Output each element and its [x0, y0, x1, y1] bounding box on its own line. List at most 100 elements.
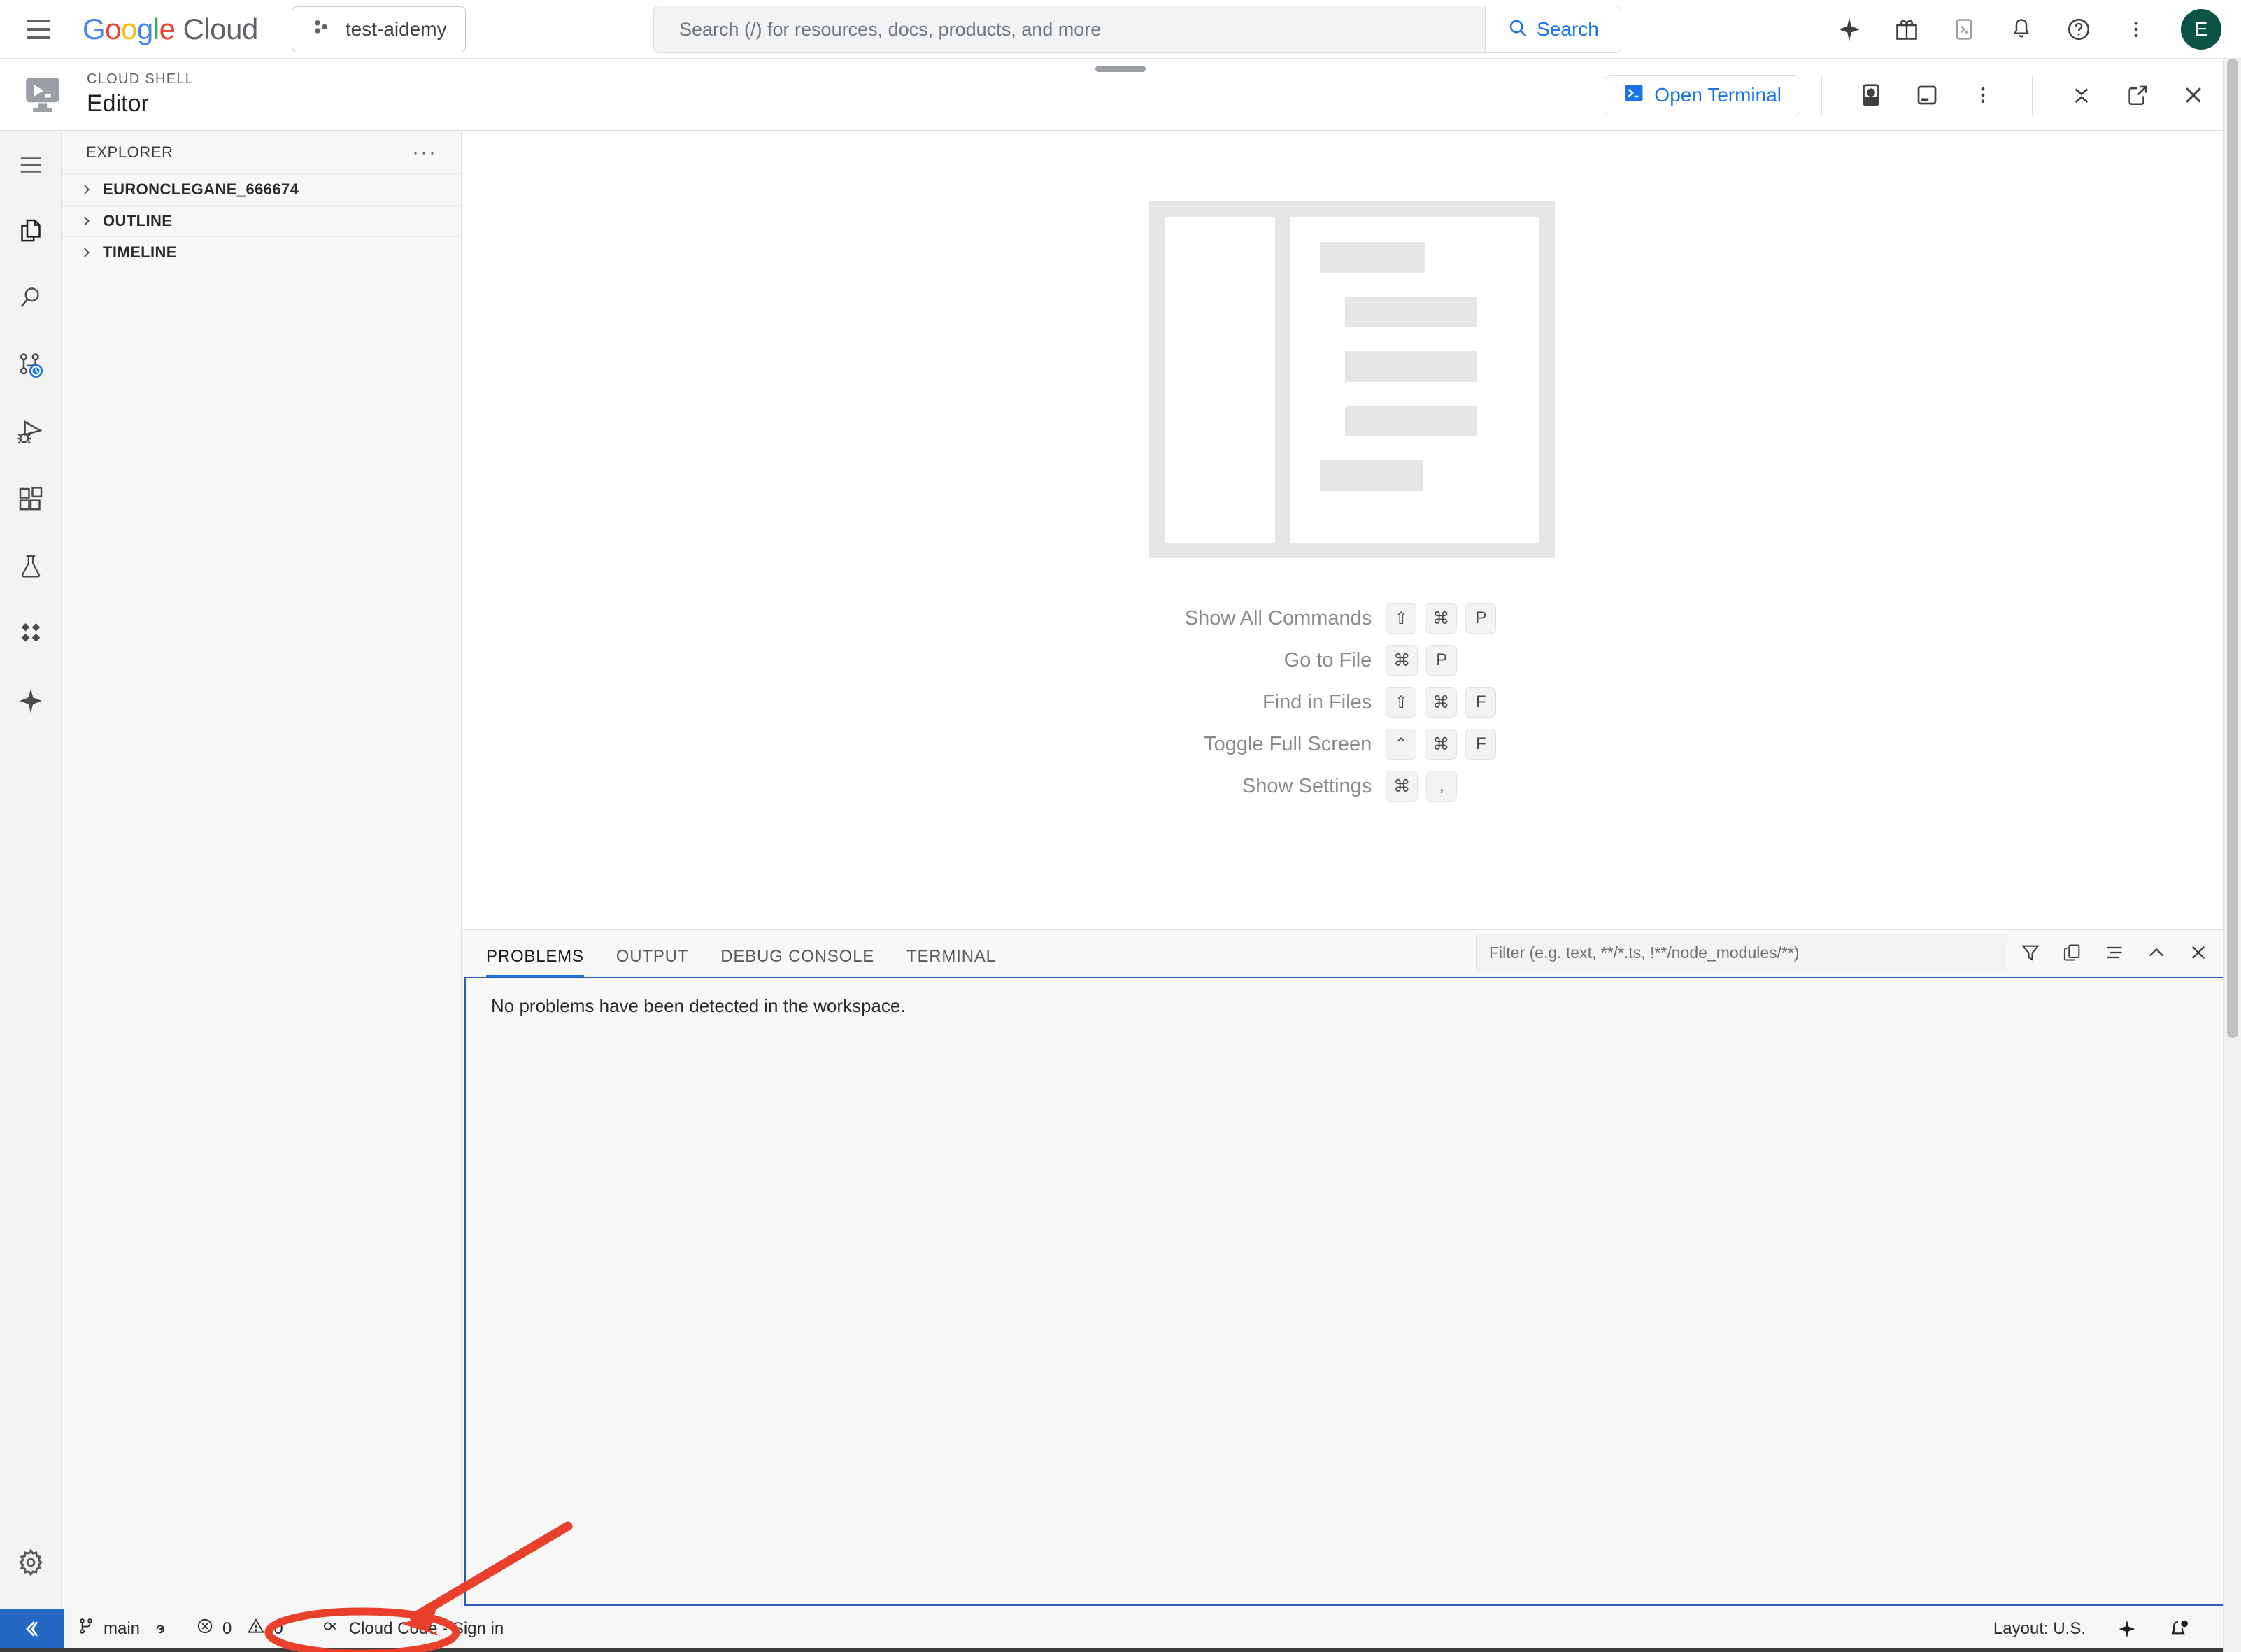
cloud-code-label: Cloud Code - Sign in — [348, 1618, 504, 1638]
search-button[interactable]: Search — [1486, 6, 1621, 53]
cloud-shell-header: CLOUD SHELL Editor Open Terminal — [0, 59, 2241, 131]
remote-window-icon[interactable] — [0, 1609, 64, 1649]
tab-debug-console[interactable]: DEBUG CONSOLE — [720, 947, 874, 977]
shortcut-row[interactable]: Show Settings ⌘ , — [1185, 771, 1519, 802]
help-question-icon[interactable] — [2062, 13, 2096, 46]
gift-icon[interactable] — [1890, 13, 1923, 46]
shortcut-row[interactable]: Show All Commands ⇧ ⌘ P — [1185, 603, 1519, 634]
google-cloud-top-bar: Google Cloud test-aidemy Search (/) for … — [0, 0, 2241, 59]
filter-input[interactable] — [1489, 943, 1997, 962]
sidebar-item-search[interactable] — [0, 266, 62, 333]
project-dots-icon — [311, 17, 332, 41]
close-panel-icon[interactable] — [2179, 934, 2217, 971]
search-input[interactable] — [679, 18, 1485, 41]
explorer-title: EXPLORER — [86, 143, 173, 161]
logo-letter-o2: o — [121, 12, 137, 45]
shortcut-keys: ⇧ ⌘ P — [1386, 603, 1518, 634]
search-button-label: Search — [1537, 18, 1599, 40]
logo-letter-g: g — [136, 12, 153, 45]
minimize-icon[interactable] — [2061, 74, 2103, 116]
google-cloud-logo[interactable]: Google Cloud — [83, 13, 258, 46]
chevron-right-icon — [78, 215, 94, 227]
cloud-shell-actions: Open Terminal — [1605, 59, 2221, 131]
keyboard-layout[interactable]: Layout: U.S. — [1981, 1609, 2098, 1649]
tab-terminal[interactable]: TERMINAL — [906, 947, 996, 977]
window-scrollbar[interactable] — [2223, 59, 2241, 1652]
panel-tab-bar: PROBLEMS OUTPUT DEBUG CONSOLE TERMINAL — [462, 930, 2241, 977]
avatar[interactable]: E — [2181, 9, 2221, 50]
key-cap: P — [1465, 603, 1497, 634]
placeholder-right-pane — [1290, 217, 1539, 543]
filter-funnel-icon[interactable] — [2012, 934, 2049, 971]
sidebar-item-testing[interactable] — [0, 534, 62, 601]
key-cap: ⌘ — [1386, 771, 1418, 802]
view-as-list-icon[interactable] — [2096, 934, 2133, 971]
status-cloud-code-sign-in[interactable]: Cloud Code - Sign in — [308, 1609, 516, 1649]
shortcut-label: Show Settings — [1242, 774, 1372, 797]
testing-flask-icon — [17, 553, 44, 583]
problems-filter-box[interactable] — [1476, 934, 2007, 971]
open-terminal-button[interactable]: Open Terminal — [1605, 74, 1800, 115]
project-selector[interactable]: test-aidemy — [291, 6, 466, 52]
chevron-right-icon — [78, 183, 94, 196]
tab-problems[interactable]: PROBLEMS — [486, 947, 584, 977]
copy-icon[interactable] — [2054, 934, 2091, 971]
open-new-tab-icon[interactable] — [2116, 74, 2158, 116]
problems-panel-body: No problems have been detected in the wo… — [464, 977, 2235, 1606]
hamburger-icon[interactable] — [20, 10, 57, 48]
placeholder-left-pane — [1165, 217, 1290, 543]
panel-drag-handle[interactable] — [1095, 66, 1146, 72]
gemini-spark-icon[interactable] — [1833, 13, 1866, 46]
close-icon[interactable] — [2172, 74, 2214, 116]
global-search-box[interactable] — [653, 6, 1486, 53]
bottom-panel: PROBLEMS OUTPUT DEBUG CONSOLE TERMINAL F… — [462, 929, 2241, 1609]
sidebar-item-explorer[interactable] — [0, 199, 62, 266]
sidebar-section-outline[interactable]: OUTLINE — [62, 205, 461, 236]
status-diagnostics[interactable]: 0 0 — [183, 1609, 296, 1649]
settings-gear-icon[interactable] — [0, 1529, 62, 1596]
key-cap: F — [1465, 687, 1497, 718]
keyboard-shortcuts-list: Show All Commands ⇧ ⌘ P Go to File ⌘ P F… — [1185, 603, 1519, 802]
sidebar-item-run-debug[interactable] — [0, 400, 62, 467]
extensions-icon — [17, 485, 45, 517]
preview-icon[interactable] — [1850, 74, 1892, 116]
avatar-initial: E — [2194, 18, 2208, 40]
run-debug-icon — [17, 418, 45, 450]
new-window-icon[interactable] — [1906, 74, 1948, 116]
notifications-bell-icon[interactable] — [2005, 13, 2038, 46]
cloud-code-icon — [321, 1617, 341, 1640]
sidebar-item-gemini[interactable] — [0, 669, 62, 736]
cloud-shell-eyebrow: CLOUD SHELL — [87, 71, 194, 87]
window-scrollbar-thumb[interactable] — [2227, 59, 2238, 1038]
more-vert-icon[interactable] — [1962, 74, 2004, 116]
shortcut-row[interactable]: Find in Files ⇧ ⌘ F — [1185, 687, 1519, 718]
status-branch[interactable]: main — [64, 1609, 183, 1649]
placeholder-bar — [1344, 406, 1477, 436]
notifications-bell-dot-icon[interactable] — [2156, 1609, 2202, 1649]
more-vert-icon[interactable] — [2119, 13, 2153, 46]
gemini-spark-icon[interactable] — [2104, 1609, 2150, 1649]
sidebar-section-workspace[interactable]: EURONCLEGANE_666674 — [62, 173, 461, 205]
logo-letter-l: l — [152, 12, 159, 45]
open-terminal-label: Open Terminal — [1654, 83, 1781, 106]
logo-letter-e: e — [159, 12, 176, 45]
tab-output[interactable]: OUTPUT — [616, 947, 688, 977]
source-control-icon — [17, 351, 45, 383]
explorer-more-actions-icon[interactable]: ··· — [412, 142, 437, 163]
key-cap: P — [1426, 645, 1458, 676]
sidebar-item-cloud-code[interactable] — [0, 601, 62, 669]
logo-letter-G: G — [83, 12, 106, 45]
sidebar-section-timeline[interactable]: TIMELINE — [62, 236, 461, 268]
explorer-files-icon — [17, 217, 45, 248]
sidebar-item-source-control[interactable] — [0, 333, 62, 400]
chevron-up-icon[interactable] — [2137, 934, 2175, 971]
shortcut-row[interactable]: Go to File ⌘ P — [1185, 645, 1519, 676]
key-cap: ⌘ — [1425, 729, 1458, 760]
sidebar-item-extensions[interactable] — [0, 467, 62, 534]
menu-icon[interactable] — [0, 131, 62, 199]
key-cap: F — [1465, 729, 1497, 760]
sidebar-section-label: EURONCLEGANE_666674 — [103, 180, 299, 198]
shortcut-row[interactable]: Toggle Full Screen ⌃ ⌘ F — [1185, 729, 1519, 760]
panel-toolbar — [1476, 934, 2217, 971]
cloud-shell-icon[interactable] — [1947, 13, 1981, 46]
